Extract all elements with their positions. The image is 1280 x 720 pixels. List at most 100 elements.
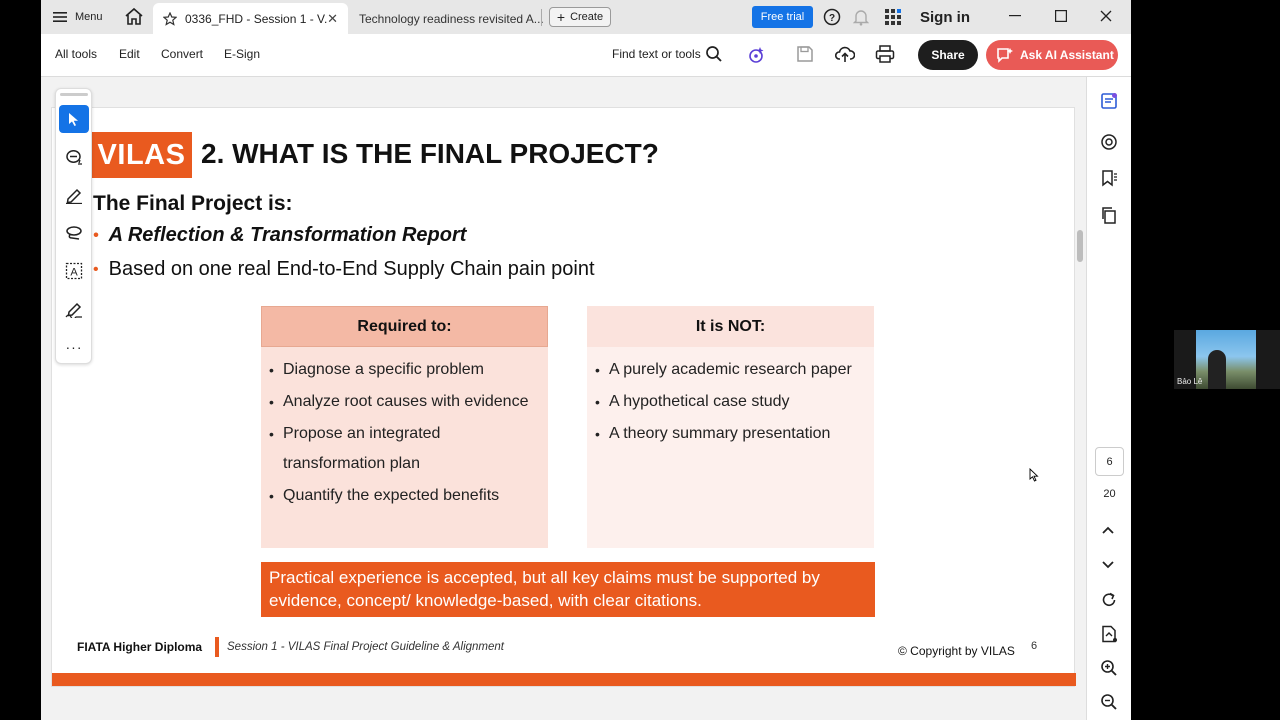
bullet-text: Based on one real End-to-End Supply Chai…	[108, 258, 595, 280]
svg-text:?: ?	[829, 13, 835, 24]
it-is-not-box: It is NOT: A purely academic research pa…	[587, 306, 874, 548]
mouse-cursor-icon	[1029, 468, 1039, 482]
draw-tool[interactable]	[59, 219, 89, 247]
main-toolbar: All tools Edit Convert E-Sign Find text …	[41, 34, 1131, 77]
save-icon[interactable]	[796, 45, 814, 63]
star-icon[interactable]	[163, 11, 177, 26]
tab-title: Technology readiness revisited A...	[359, 11, 544, 26]
total-pages: 20	[1103, 488, 1116, 500]
at-mention-icon[interactable]	[1100, 133, 1118, 151]
tab-document-active[interactable]: 0336_FHD - Session 1 - V... ✕	[153, 3, 348, 34]
footer-copyright: © Copyright by VILAS	[898, 644, 1015, 658]
convert-menu[interactable]: Convert	[161, 47, 203, 61]
pdf-viewer-window: Menu 0336_FHD - Session 1 - V... ✕ Techn…	[41, 0, 1131, 720]
not-heading: It is NOT:	[587, 306, 874, 347]
bullet-dot: •	[93, 261, 99, 278]
required-heading: Required to:	[261, 306, 548, 347]
copy-pages-icon[interactable]	[1100, 206, 1118, 224]
esign-menu[interactable]: E-Sign	[224, 47, 260, 61]
lasso-draw-icon	[66, 225, 82, 240]
required-to-box: Required to: Diagnose a specific problem…	[261, 306, 548, 548]
maximize-icon	[1055, 10, 1067, 22]
slide-subheading: The Final Project is:	[93, 192, 293, 215]
create-button[interactable]: + Create	[549, 7, 611, 27]
sign-tool[interactable]	[59, 295, 89, 323]
sign-in-link[interactable]: Sign in	[920, 9, 970, 26]
maximize-button[interactable]	[1050, 6, 1072, 26]
chevron-up-icon[interactable]	[1100, 525, 1116, 537]
apps-grid-icon[interactable]	[884, 8, 902, 26]
quick-tools-bar: A ···	[55, 88, 92, 364]
not-body: A purely academic research paper A hypot…	[587, 347, 874, 548]
comment-tool[interactable]	[59, 143, 89, 171]
free-trial-button[interactable]: Free trial	[752, 6, 813, 28]
find-text-tools[interactable]: Find text or tools	[612, 47, 701, 61]
create-label: Create	[570, 11, 604, 23]
more-tools-icon[interactable]: ···	[59, 333, 89, 361]
participant-name: Bảo Lê	[1177, 377, 1203, 386]
minimize-button[interactable]	[1004, 6, 1026, 26]
vertical-scrollbar[interactable]	[1077, 230, 1083, 262]
bell-icon[interactable]	[853, 8, 869, 26]
slide-title: 2. WHAT IS THE FINAL PROJECT?	[201, 138, 659, 169]
vilas-logo: VILAS	[91, 132, 192, 178]
text-box-tool[interactable]: A	[59, 257, 89, 285]
footer-page-number: 6	[1031, 640, 1038, 652]
current-page-input[interactable]: 6	[1095, 447, 1124, 476]
comments-panel-icon[interactable]	[1100, 92, 1118, 110]
required-body: Diagnose a specific problem Analyze root…	[261, 347, 548, 548]
select-tool[interactable]	[59, 105, 89, 133]
print-icon[interactable]	[875, 45, 895, 63]
footer-divider	[215, 637, 219, 657]
right-side-panel: 6 20	[1086, 77, 1131, 720]
video-participant-tile[interactable]: Bảo Lê	[1174, 330, 1280, 389]
pen-highlight-icon	[66, 188, 82, 204]
ask-ai-assistant-button[interactable]: Ask AI Assistant	[986, 40, 1118, 70]
list-item: A purely academic research paper	[595, 355, 857, 385]
find-label: Find text or tools	[612, 47, 701, 61]
participant-video	[1196, 330, 1256, 389]
participant-silhouette	[1208, 350, 1226, 389]
list-item: Analyze root causes with evidence	[269, 387, 531, 417]
highlight-tool[interactable]	[59, 181, 89, 209]
ai-tools-icon[interactable]	[747, 45, 767, 65]
tab-document-inactive[interactable]: Technology readiness revisited A...	[351, 3, 546, 34]
bullet-item: • A Reflection & Transformation Report	[93, 224, 466, 248]
bookmark-icon[interactable]	[1100, 169, 1118, 187]
zoom-in-icon[interactable]	[1100, 659, 1118, 677]
close-icon	[1100, 10, 1112, 22]
refresh-icon[interactable]	[1100, 591, 1118, 609]
search-icon[interactable]	[705, 45, 723, 63]
hamburger-icon	[53, 12, 67, 22]
bottom-stripe	[52, 673, 1076, 686]
comment-icon	[66, 149, 82, 165]
menu-label: Menu	[75, 11, 103, 23]
svg-text:A: A	[70, 267, 78, 279]
list-item: Diagnose a specific problem	[269, 355, 531, 385]
upload-cloud-icon[interactable]	[835, 45, 855, 63]
drag-handle[interactable]	[60, 93, 88, 96]
plus-icon: +	[556, 9, 566, 25]
all-tools-menu[interactable]: All tools	[55, 47, 97, 61]
menu-button[interactable]: Menu	[53, 8, 103, 26]
share-button[interactable]: Share	[918, 40, 978, 70]
close-window-button[interactable]	[1095, 6, 1117, 26]
tab-close-icon[interactable]: ✕	[327, 11, 338, 27]
callout-note: Practical experience is accepted, but al…	[261, 562, 875, 617]
bullet-item: • Based on one real End-to-End Supply Ch…	[93, 258, 595, 282]
edit-menu[interactable]: Edit	[119, 47, 140, 61]
document-workspace: VILAS 2. WHAT IS THE FINAL PROJECT? The …	[41, 77, 1086, 720]
help-icon[interactable]: ?	[823, 8, 841, 26]
home-icon[interactable]	[124, 7, 144, 26]
not-list: A purely academic research paper A hypot…	[595, 355, 874, 449]
ai-assistant-icon	[997, 48, 1013, 63]
chevron-down-icon[interactable]	[1100, 558, 1116, 570]
footer-program: FIATA Higher Diploma	[77, 640, 203, 654]
tab-title: 0336_FHD - Session 1 - V...	[185, 11, 328, 26]
zoom-out-icon[interactable]	[1100, 693, 1118, 711]
pdf-page: VILAS 2. WHAT IS THE FINAL PROJECT? The …	[51, 107, 1076, 687]
text-box-icon: A	[65, 262, 83, 280]
ai-label: Ask AI Assistant	[1020, 48, 1114, 62]
signature-pen-icon	[65, 302, 82, 318]
document-export-icon[interactable]	[1100, 625, 1118, 643]
